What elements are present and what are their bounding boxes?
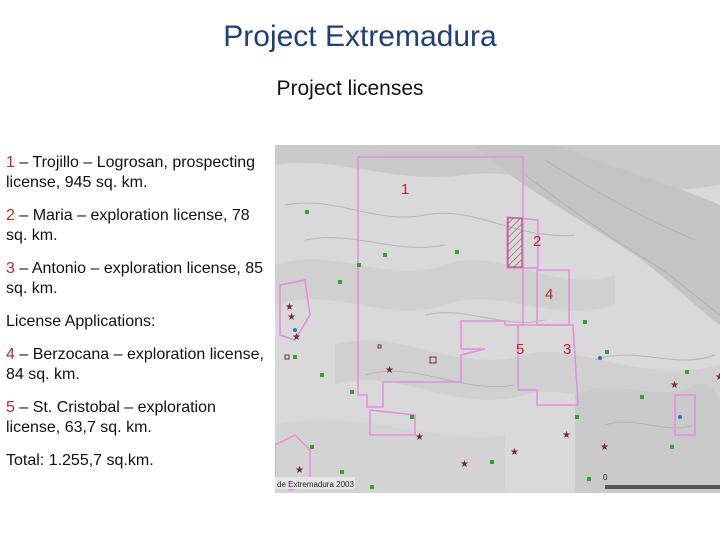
svg-text:★: ★ — [287, 312, 296, 323]
scale-zero: 0 — [603, 473, 608, 482]
svg-text:★: ★ — [385, 365, 394, 376]
scale-bar — [605, 485, 720, 489]
license-entry-2: 2 – Maria – exploration license, 78 sq. … — [6, 206, 271, 246]
svg-text:★: ★ — [460, 459, 469, 470]
map-label-2: 2 — [533, 233, 541, 250]
svg-text:★: ★ — [295, 465, 304, 476]
application-description: – St. Cristobal – exploration license, 6… — [6, 399, 216, 436]
total-area: Total: 1.255,7 sq.km. — [6, 452, 154, 469]
license-map: ★ ★ ★ ★ ★ ★ ★ ★ ★ ★ ★ ★ 1 2 4 5 3 de Extremadura… — [275, 145, 720, 493]
application-number: 5 — [6, 399, 15, 416]
application-entry-4: 4 – Berzocana – exploration license, 84 … — [6, 345, 271, 385]
map-credit: de Extremadura 2003 — [277, 480, 354, 489]
slide-subtitle: Project licenses — [276, 77, 424, 100]
license-description: – Trojillo – Logrosan, prospecting licen… — [6, 154, 256, 191]
svg-text:★: ★ — [562, 430, 571, 441]
map-label-1: 1 — [401, 181, 409, 198]
license-entry-1: 1 – Trojillo – Logrosan, prospecting lic… — [6, 153, 271, 193]
license-number: 3 — [6, 260, 15, 277]
map-label-3: 3 — [563, 341, 571, 358]
svg-text:★: ★ — [670, 380, 679, 391]
license-number: 2 — [6, 207, 15, 224]
map-label-4: 4 — [545, 286, 553, 303]
svg-text:★: ★ — [600, 442, 609, 453]
license-entry-3: 3 – Antonio – exploration license, 85 sq… — [6, 259, 271, 299]
license-description: – Maria – exploration license, 78 sq. km… — [6, 207, 250, 244]
application-entry-5: 5 – St. Cristobal – exploration license,… — [6, 398, 271, 438]
license-2-hatched-area — [507, 217, 523, 268]
map-graphic: ★★★ ★★★ ★★★ ★★★ 1 2 4 5 3 de Extremadura… — [275, 145, 720, 493]
application-number: 4 — [6, 346, 15, 363]
application-description: – Berzocana – exploration license, 84 sq… — [6, 346, 264, 383]
svg-text:★: ★ — [415, 432, 424, 443]
applications-heading: License Applications: — [6, 313, 156, 330]
map-label-5: 5 — [516, 341, 524, 358]
license-number: 1 — [6, 154, 15, 171]
slide-title: Project Extremadura — [223, 20, 497, 53]
svg-text:★: ★ — [285, 302, 294, 313]
svg-text:★: ★ — [715, 372, 720, 383]
license-description: – Antonio – exploration license, 85 sq. … — [6, 260, 264, 297]
license-list: 1 – Trojillo – Logrosan, prospecting lic… — [6, 153, 271, 484]
svg-text:★: ★ — [292, 332, 301, 343]
svg-text:★: ★ — [510, 447, 519, 458]
